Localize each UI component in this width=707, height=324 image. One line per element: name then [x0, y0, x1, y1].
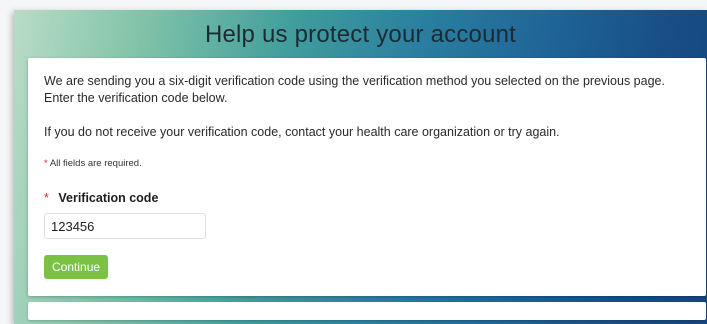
required-marker: * [44, 158, 48, 169]
verification-code-label: * Verification code [44, 191, 690, 205]
continue-button[interactable]: Continue [44, 255, 109, 279]
required-fields-note: * All fields are required. [44, 158, 690, 169]
intro-text: We are sending you a six-digit verificat… [44, 74, 665, 105]
page-frame: Help us protect your account We are send… [0, 0, 707, 324]
required-marker: * [44, 191, 49, 205]
help-text: If you do not receive your verification … [44, 125, 560, 139]
footer-panel [28, 302, 706, 320]
required-note-text: All fields are required. [49, 158, 142, 169]
verification-code-input[interactable] [44, 213, 206, 239]
page-title: Help us protect your account [204, 21, 517, 48]
verification-code-label-text: Verification code [58, 191, 159, 205]
verification-form-card: We are sending you a six-digit verificat… [28, 58, 706, 296]
